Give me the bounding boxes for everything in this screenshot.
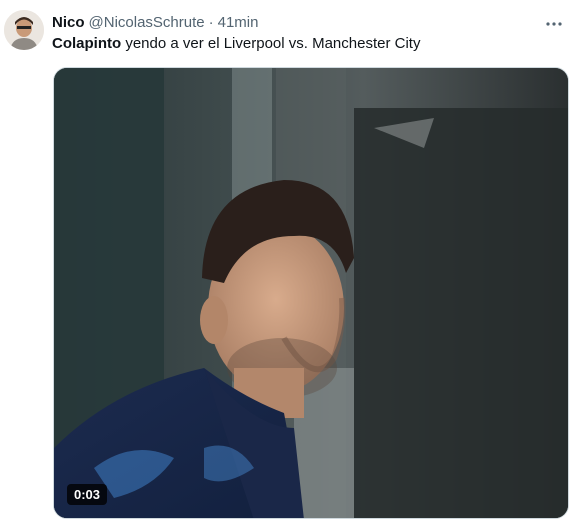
timestamp[interactable]: 41min (218, 14, 259, 31)
avatar[interactable] (4, 10, 44, 50)
author-handle[interactable]: @NicolasSchrute (89, 14, 205, 31)
author-name[interactable]: Nico (52, 14, 85, 31)
video-frame (54, 68, 568, 518)
tweet-header: Nico @NicolasSchrute · 41min (52, 11, 539, 33)
video-player[interactable]: 0:03 (53, 67, 569, 519)
video-duration-badge: 0:03 (67, 484, 108, 505)
more-options-button[interactable] (543, 12, 565, 34)
tweet: Nico @NicolasSchrute · 41min Colapinto y… (0, 0, 575, 523)
tweet-text-rest: yendo a ver el Liverpool vs. Manchester … (121, 35, 421, 52)
separator-dot: · (208, 13, 214, 31)
more-horizontal-icon (545, 14, 563, 32)
tweet-text-bold: Colapinto (52, 35, 122, 52)
tweet-text: Colapinto yendo a ver el Liverpool vs. M… (52, 34, 555, 54)
